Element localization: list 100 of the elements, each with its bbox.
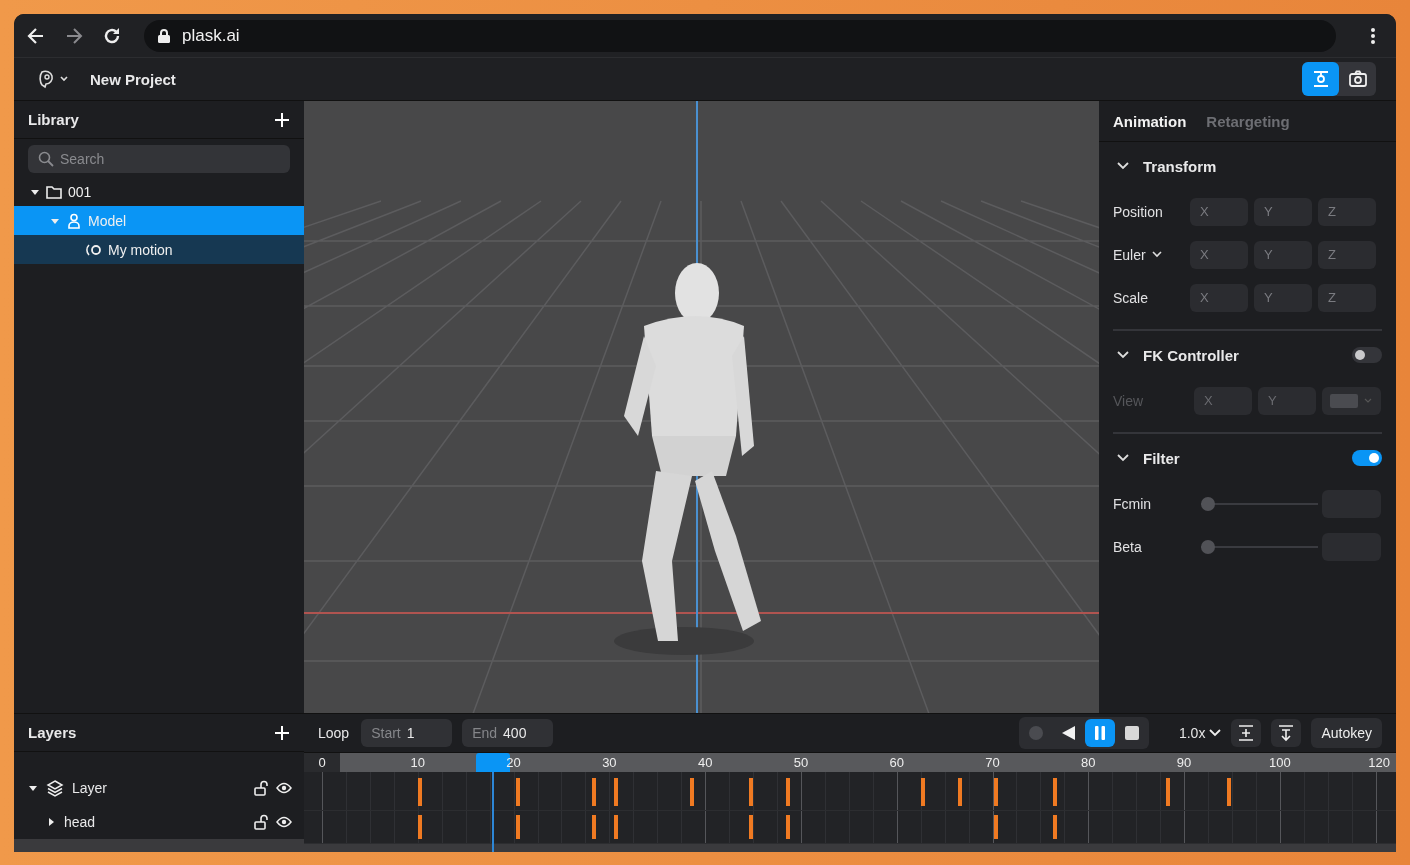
loop-label: Loop: [318, 725, 350, 741]
tick-label: 40: [697, 755, 713, 770]
input-field[interactable]: Z: [1318, 283, 1376, 312]
input-field[interactable]: Z: [1318, 240, 1376, 269]
back-icon[interactable]: [26, 25, 46, 46]
panel-title: Library: [28, 111, 79, 128]
url-text: plask.ai: [182, 25, 240, 46]
keyframe[interactable]: [785, 815, 790, 839]
keyframe[interactable]: [1165, 778, 1170, 806]
field-label: Euler: [1113, 246, 1146, 263]
input-field[interactable]: Y: [1254, 197, 1312, 226]
keyframe[interactable]: [1226, 778, 1231, 806]
section-title: Filter: [1143, 449, 1181, 467]
insert-key-button[interactable]: [1271, 719, 1302, 747]
keyframe[interactable]: [417, 778, 422, 806]
keyframe[interactable]: [614, 778, 619, 806]
input-field[interactable]: Z: [1318, 197, 1376, 226]
eye-icon[interactable]: [276, 816, 292, 828]
tick-label: 60: [889, 755, 904, 770]
address-bar[interactable]: plask.ai: [144, 19, 1336, 52]
slider[interactable]: [1201, 496, 1318, 511]
search-input[interactable]: Search: [60, 146, 280, 172]
insert-icon: [1278, 724, 1295, 742]
field-label: Beta: [1113, 538, 1142, 555]
keyframe[interactable]: [417, 815, 422, 839]
menu-icon[interactable]: [1370, 25, 1376, 46]
chevron-icon[interactable]: [1117, 351, 1129, 359]
input-field[interactable]: Y: [1254, 240, 1312, 269]
keyframe[interactable]: [994, 778, 999, 806]
speed-dropdown[interactable]: 1.0x: [1178, 725, 1222, 741]
keyframe[interactable]: [516, 778, 521, 806]
keyframe[interactable]: [921, 778, 926, 806]
toggle-switch[interactable]: [1352, 347, 1382, 363]
project-title: New Project: [90, 70, 177, 88]
forward-icon[interactable]: [64, 25, 84, 46]
autokey-button[interactable]: Autokey: [1311, 718, 1382, 748]
keyframe[interactable]: [592, 778, 597, 806]
field-label: Position: [1113, 203, 1163, 220]
fit-button[interactable]: [1231, 719, 1262, 747]
dropdown-icon[interactable]: [1151, 251, 1162, 258]
panel-title: Layers: [28, 724, 77, 741]
keyframe[interactable]: [748, 778, 753, 806]
plus-icon: [274, 111, 290, 128]
keyframe[interactable]: [994, 815, 999, 839]
tree-item[interactable]: 001: [14, 177, 304, 206]
toggle-switch[interactable]: [1352, 450, 1382, 466]
chevron-icon[interactable]: [1117, 162, 1129, 170]
keyframe[interactable]: [785, 778, 790, 806]
keyframe[interactable]: [1053, 778, 1058, 806]
add-button[interactable]: [274, 724, 290, 741]
color-dropdown[interactable]: [1322, 386, 1381, 415]
chevron-icon[interactable]: [1117, 454, 1129, 462]
person-icon: [66, 212, 82, 229]
input-field[interactable]: X: [1190, 240, 1248, 269]
pause-button[interactable]: [1084, 719, 1115, 747]
keyframe[interactable]: [748, 815, 753, 839]
slider-thumb[interactable]: [1201, 539, 1215, 554]
plus-icon: [274, 724, 290, 741]
gizmo-icon: [1311, 70, 1330, 88]
field-label: Fcmin: [1113, 495, 1152, 512]
keyframe[interactable]: [958, 778, 963, 806]
keyframe[interactable]: [516, 815, 521, 839]
caret-icon: [1364, 398, 1372, 403]
range-field[interactable]: Start 1: [361, 719, 453, 747]
field-label: View: [1113, 392, 1144, 409]
input-field[interactable]: X: [1190, 283, 1248, 312]
slider-thumb[interactable]: [1201, 496, 1215, 511]
chevron-icon: [1209, 729, 1222, 737]
search-field[interactable]: Search: [28, 145, 290, 173]
tick-label: 120: [1368, 755, 1390, 770]
caret-icon[interactable]: [46, 817, 56, 827]
keyframe[interactable]: [592, 815, 597, 839]
unlock-icon[interactable]: [254, 814, 268, 830]
tab[interactable]: Animation: [1113, 112, 1187, 130]
tree-item[interactable]: My motion: [14, 235, 304, 264]
tick-label: 100: [1269, 755, 1291, 770]
keyframe[interactable]: [1053, 815, 1058, 839]
tick-label: 10: [410, 755, 426, 770]
input-field[interactable]: X: [1190, 197, 1248, 226]
add-button[interactable]: [274, 111, 290, 128]
layer-row[interactable]: Layer: [14, 771, 304, 805]
range-field[interactable]: End 400: [462, 719, 554, 747]
tick-label: 0: [318, 755, 326, 770]
motion-icon: [86, 241, 102, 258]
slider[interactable]: [1201, 539, 1318, 554]
tick-label: 50: [793, 755, 809, 770]
fit-icon: [1238, 724, 1255, 742]
logo-menu-icon[interactable]: [38, 69, 70, 89]
keyframe[interactable]: [689, 778, 694, 806]
keyframe[interactable]: [614, 815, 619, 839]
field-label: Scale: [1113, 289, 1149, 306]
layer-row[interactable]: head: [14, 805, 304, 839]
eye-icon[interactable]: [276, 782, 292, 794]
record-icon: [1027, 725, 1044, 741]
lock-icon: [158, 28, 170, 43]
unlock-icon[interactable]: [254, 780, 268, 796]
input-field[interactable]: Y: [1254, 283, 1312, 312]
gizmo-button[interactable]: [1302, 62, 1339, 96]
caret-icon[interactable]: [28, 783, 38, 793]
tick-label: 90: [1176, 755, 1192, 770]
